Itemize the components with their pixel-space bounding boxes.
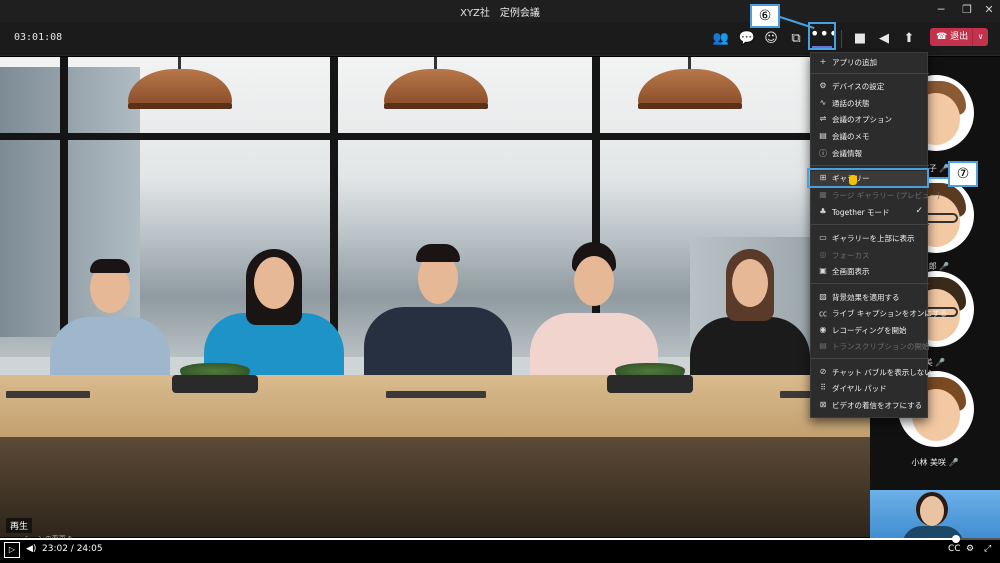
menu-item-full-screen[interactable]: ▣ 全画面表示 bbox=[811, 264, 929, 279]
close-button[interactable]: ✕ bbox=[980, 3, 998, 16]
chat-icon[interactable]: 💬 bbox=[736, 29, 758, 49]
callout-step-6: ⑥ bbox=[750, 4, 780, 28]
gallery-top-icon: ▭ bbox=[819, 233, 827, 242]
leave-options-chevron[interactable]: ∨ bbox=[972, 28, 988, 46]
reactions-icon[interactable]: ☺ bbox=[760, 29, 782, 49]
together-mode-stage bbox=[0, 57, 870, 537]
cc-icon[interactable]: CC bbox=[948, 544, 961, 554]
menu-item-background-effects[interactable]: ▨ 背景効果を適用する bbox=[811, 290, 929, 305]
title-bar: XYZ社 定例会議 ─ ❐ ✕ bbox=[0, 0, 1000, 22]
window-title: XYZ社 定例会議 bbox=[460, 8, 540, 19]
playback-progress-bar[interactable] bbox=[0, 535, 1000, 543]
dial-pad-icon: ⠿ bbox=[820, 383, 826, 392]
scene-participant bbox=[530, 242, 658, 377]
menu-divider bbox=[811, 73, 929, 74]
menu-item-hide-chat-bubbles[interactable]: ⊘ チャット バブルを表示しない bbox=[811, 365, 932, 380]
callout-connector bbox=[929, 177, 949, 179]
menu-divider bbox=[811, 224, 929, 225]
menu-item-dial-pad[interactable]: ⠿ ダイヤル パッド bbox=[811, 381, 929, 396]
scene-participant bbox=[204, 247, 344, 377]
playback-time: 23:02 / 24:05 bbox=[42, 544, 103, 554]
meeting-toolbar: 03:01:08 👥 💬 ☺ ⧉ ■ ◀ ⬆ bbox=[0, 22, 1000, 56]
people-icon[interactable]: 👥 bbox=[710, 29, 732, 49]
together-mode-icon: ♣ bbox=[819, 207, 827, 216]
menu-item-device-settings[interactable]: ⚙ デバイスの設定 bbox=[811, 79, 929, 94]
maximize-button[interactable]: ❐ bbox=[958, 3, 976, 16]
pendant-lamp bbox=[128, 57, 232, 109]
conference-table bbox=[0, 375, 870, 437]
meeting-timer: 03:01:08 bbox=[14, 32, 63, 43]
pendant-lamp bbox=[638, 57, 742, 109]
menu-item-call-health[interactable]: ∿ 通話の状態 bbox=[811, 96, 929, 111]
table-plant bbox=[607, 363, 693, 393]
large-gallery-icon: ▦ bbox=[819, 190, 827, 199]
minimize-button[interactable]: ─ bbox=[932, 3, 950, 16]
menu-item-start-recording[interactable]: ◉ レコーディングを開始 bbox=[811, 323, 929, 338]
menu-item-focus: ◎ フォーカス bbox=[819, 250, 870, 260]
volume-icon[interactable]: ◀) bbox=[26, 544, 36, 554]
scene-participant bbox=[690, 249, 810, 377]
gear-icon: ⚙ bbox=[819, 81, 827, 90]
checkmark-icon: ✓ bbox=[915, 206, 923, 216]
more-actions-menu: + アプリの追加 ⚙ デバイスの設定 ∿ 通話の状態 ⇌ 会議のオプション ▤ 会議のメモ… bbox=[810, 52, 947, 418]
window-frame bbox=[0, 133, 870, 140]
captions-icon: ㏄ bbox=[819, 309, 827, 318]
menu-item-meeting-options[interactable]: ⇌ 会議のオプション bbox=[811, 112, 929, 127]
transcription-icon: ▤ bbox=[819, 341, 827, 350]
info-icon: ⓘ bbox=[819, 149, 827, 158]
menu-item-add-app[interactable]: + アプリの追加 bbox=[811, 55, 929, 70]
menu-divider bbox=[811, 283, 929, 284]
video-player-bar bbox=[0, 538, 1000, 563]
settings-icon[interactable]: ⚙ bbox=[966, 544, 974, 554]
background-effects-icon: ▨ bbox=[819, 292, 827, 301]
menu-item-meeting-notes[interactable]: ▤ 会議のメモ bbox=[811, 129, 929, 144]
fullscreen-icon: ▣ bbox=[819, 266, 827, 275]
mouse-cursor-icon bbox=[849, 175, 857, 185]
player-caption: 再生 bbox=[6, 518, 33, 533]
menu-item-meeting-info[interactable]: ⓘ 会議情報 bbox=[811, 146, 929, 161]
play-button[interactable]: ▷ bbox=[4, 542, 20, 558]
leave-button[interactable]: ☎ 退出 ∨ bbox=[930, 28, 988, 46]
participant-name: 小林 美咲 🎤 bbox=[911, 458, 959, 467]
callout-step-7: ⑦ bbox=[948, 161, 978, 187]
chat-bubble-off-icon: ⊘ bbox=[819, 367, 827, 376]
share-screen-icon[interactable]: ⬆ bbox=[898, 29, 920, 49]
menu-divider bbox=[811, 165, 929, 166]
focus-icon: ◎ bbox=[819, 250, 827, 259]
camera-icon[interactable]: ■ bbox=[849, 29, 871, 49]
playback-progress-fill bbox=[0, 538, 956, 540]
record-icon: ◉ bbox=[819, 325, 827, 334]
mic-icon[interactable]: ◀ bbox=[873, 29, 895, 49]
leave-label: ☎ 退出 bbox=[936, 32, 969, 42]
scene-participant bbox=[50, 257, 170, 377]
options-icon: ⇌ bbox=[819, 114, 827, 123]
menu-item-start-transcription: ▤ トランスクリプションの開始 bbox=[819, 341, 930, 351]
menu-item-together-mode[interactable]: ♣ Together モード ✓ bbox=[811, 205, 929, 220]
menu-divider bbox=[811, 358, 929, 359]
add-icon: + bbox=[819, 57, 827, 66]
notes-icon: ▤ bbox=[819, 131, 827, 140]
toolbar-divider bbox=[841, 30, 842, 48]
menu-item-gallery-on-top[interactable]: ▭ ギャラリーを上部に表示 bbox=[811, 231, 929, 246]
table-port bbox=[386, 391, 486, 398]
share-tray-icon[interactable]: ⧉ bbox=[785, 29, 807, 49]
playback-scrubber[interactable] bbox=[952, 535, 960, 543]
pulse-icon: ∿ bbox=[819, 98, 827, 107]
video-off-icon: ⊠ bbox=[819, 400, 827, 409]
scene-participant bbox=[364, 242, 512, 377]
pendant-lamp bbox=[384, 57, 488, 109]
table-plant bbox=[172, 363, 258, 393]
menu-item-turn-off-incoming-video[interactable]: ⊠ ビデオの着信をオフにする bbox=[811, 398, 929, 413]
table-front bbox=[0, 437, 870, 537]
menu-item-live-captions[interactable]: ㏄ライブ キャプションをオンにする bbox=[811, 306, 947, 321]
fullscreen-icon[interactable]: ⤢ bbox=[984, 544, 991, 554]
menu-item-large-gallery: ▦ ラージ ギャラリー (プレビュー) bbox=[819, 190, 940, 200]
table-port bbox=[6, 391, 90, 398]
highlight-gallery-item bbox=[807, 168, 929, 188]
